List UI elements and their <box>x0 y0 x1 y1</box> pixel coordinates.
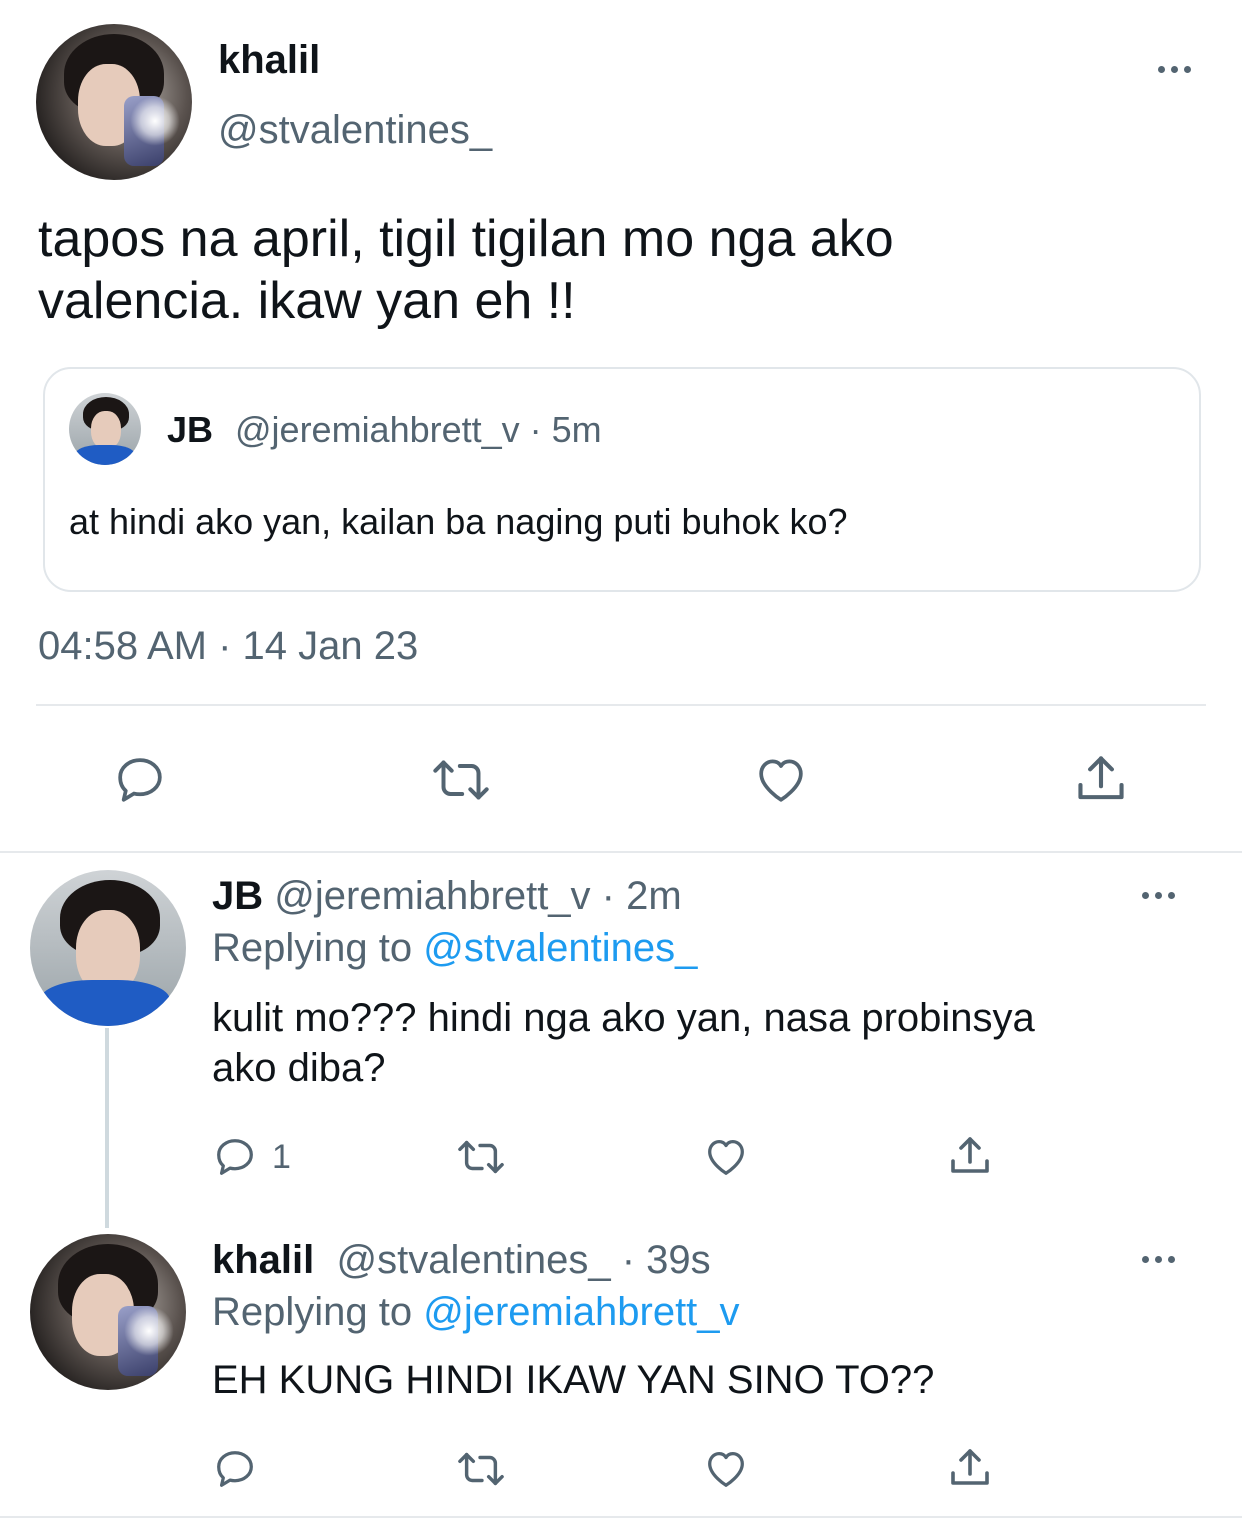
like-icon[interactable] <box>752 752 810 808</box>
share-icon[interactable] <box>1072 750 1130 808</box>
reply-header: khalil @stvalentines_ · 39s <box>212 1238 711 1283</box>
reply-count: 1 <box>272 1138 291 1176</box>
like-icon[interactable] <box>702 1134 750 1180</box>
tweet-text-line-2: valencia. ikaw yan eh !! <box>38 272 576 330</box>
bottom-divider <box>0 1516 1242 1518</box>
replying-prefix: Replying to <box>212 1290 413 1334</box>
quoted-text: at hindi ako yan, kailan ba naging puti … <box>69 501 848 542</box>
thread-line <box>105 1028 109 1228</box>
reply-handle-time[interactable]: @jeremiahbrett_v · 2m <box>274 874 681 918</box>
more-icon[interactable] <box>1142 892 1175 899</box>
reply-icon[interactable] <box>112 752 168 808</box>
retweet-icon[interactable] <box>428 752 494 808</box>
replying-prefix: Replying to <box>212 926 413 970</box>
reply-text-line-2: ako diba? <box>212 1046 386 1090</box>
replying-to-link[interactable]: @jeremiahbrett_v <box>423 1290 739 1334</box>
reply-text-line-1: kulit mo??? hindi nga ako yan, nasa prob… <box>212 996 1035 1040</box>
replying-to: Replying to @jeremiahbrett_v <box>212 1290 740 1335</box>
reply-text-line-1: EH KUNG HINDI IKAW YAN SINO TO?? <box>212 1358 935 1402</box>
author-avatar[interactable] <box>36 24 192 180</box>
divider <box>36 704 1206 706</box>
like-icon[interactable] <box>702 1446 750 1492</box>
reply-avatar[interactable] <box>30 870 186 1026</box>
retweet-icon[interactable] <box>454 1446 508 1492</box>
tweet-timestamp[interactable]: 04:58 AM · 14 Jan 23 <box>38 624 418 669</box>
reply-handle-time[interactable]: @stvalentines_ · 39s <box>337 1238 711 1282</box>
share-icon[interactable] <box>946 1444 994 1492</box>
share-icon[interactable] <box>946 1132 994 1180</box>
more-icon[interactable] <box>1158 66 1191 73</box>
quoted-avatar <box>69 393 141 465</box>
reply-avatar[interactable] <box>30 1234 186 1390</box>
reply-display-name[interactable]: JB <box>212 874 263 918</box>
reply-header: JB @jeremiahbrett_v · 2m <box>212 874 682 919</box>
author-handle[interactable]: @stvalentines_ <box>218 108 492 153</box>
reply-icon[interactable] <box>212 1446 258 1492</box>
quoted-tweet-card[interactable]: JB @jeremiahbrett_v · 5m at hindi ako ya… <box>43 367 1201 592</box>
tweet-text-line-1: tapos na april, tigil tigilan mo nga ako <box>38 210 894 268</box>
section-divider <box>0 851 1242 853</box>
reply-icon[interactable] <box>212 1134 258 1180</box>
author-display-name[interactable]: khalil <box>218 38 320 83</box>
more-icon[interactable] <box>1142 1256 1175 1263</box>
replying-to-link[interactable]: @stvalentines_ <box>423 926 697 970</box>
quoted-handle-time: @jeremiahbrett_v · 5m <box>235 409 602 450</box>
quoted-display-name: JB <box>167 409 214 450</box>
replying-to: Replying to @stvalentines_ <box>212 926 697 971</box>
reply-display-name[interactable]: khalil <box>212 1238 314 1282</box>
retweet-icon[interactable] <box>454 1134 508 1180</box>
